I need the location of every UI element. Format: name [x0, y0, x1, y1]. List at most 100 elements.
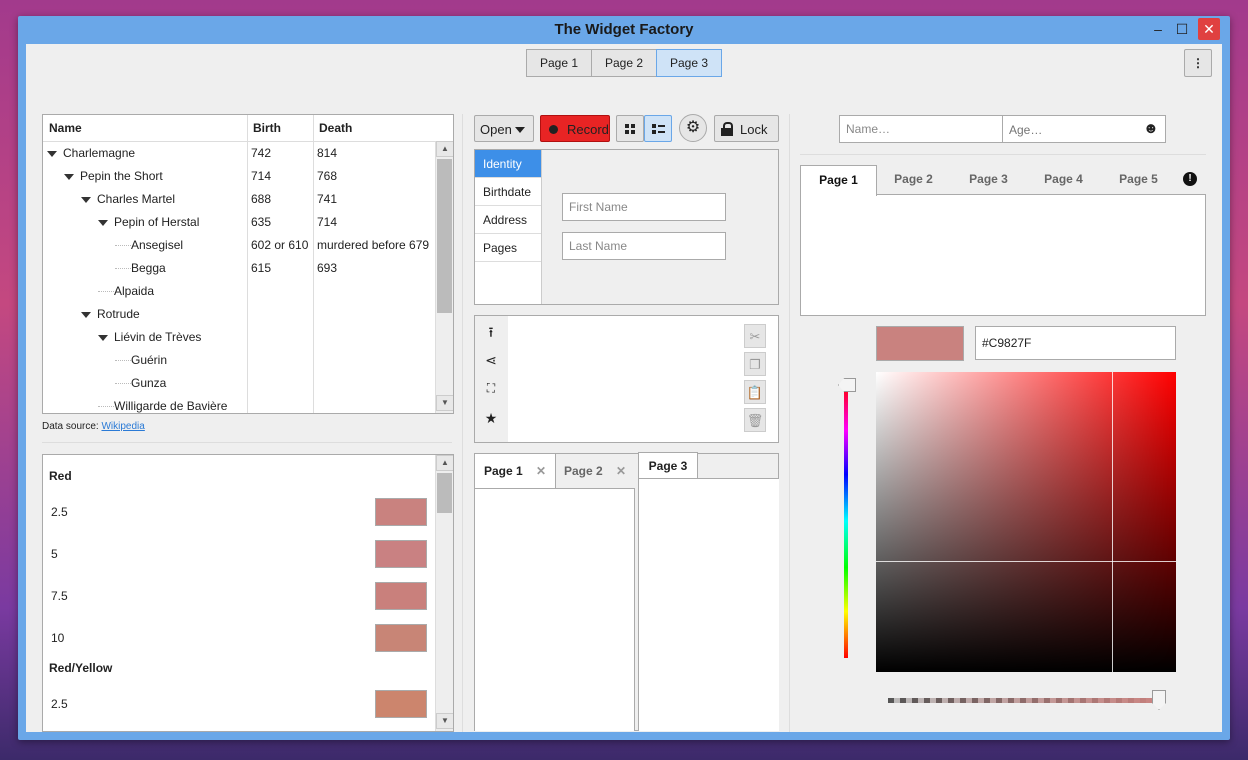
- tree-connector: [98, 405, 114, 408]
- expander-arrow-icon[interactable]: [81, 196, 91, 203]
- age-field[interactable]: ☻: [1002, 115, 1166, 144]
- tree-row-birth: 635: [251, 215, 272, 229]
- notebook-tab-page-3[interactable]: Page 3: [638, 452, 698, 479]
- maximize-button[interactable]: ☐: [1170, 18, 1194, 40]
- sidebar-item-identity[interactable]: Identity: [475, 150, 541, 178]
- minimize-button[interactable]: –: [1146, 18, 1170, 40]
- tree-row-name[interactable]: Pepin the Short: [64, 165, 163, 188]
- notebook-tab-page-2[interactable]: Page 2 ✕: [555, 454, 635, 488]
- tree-row-name[interactable]: Rotrude: [81, 303, 140, 326]
- top-tab-page-2[interactable]: Page 2: [591, 49, 657, 77]
- grid-view-button[interactable]: [616, 115, 644, 142]
- swatch-color-box[interactable]: [375, 540, 427, 568]
- sidebar-item-address[interactable]: Address: [475, 206, 541, 234]
- column-header-death[interactable]: Death: [313, 115, 441, 142]
- expander-arrow-icon[interactable]: [98, 334, 108, 341]
- saturation-value-plane[interactable]: [876, 372, 1176, 672]
- tree-row-label: Liévin de Trèves: [114, 330, 202, 344]
- tree-row-name[interactable]: Ansegisel: [115, 234, 183, 257]
- top-tab-page-1[interactable]: Page 1: [526, 49, 592, 77]
- first-name-field[interactable]: [562, 193, 726, 221]
- name-field[interactable]: [839, 115, 1004, 143]
- scroll-thumb[interactable]: [437, 473, 452, 513]
- column-header-birth[interactable]: Birth: [247, 115, 319, 142]
- swatch-color-box[interactable]: [375, 690, 427, 718]
- hue-slider[interactable]: [844, 384, 848, 658]
- paste-icon[interactable]: 📋: [744, 380, 766, 404]
- expander-arrow-icon[interactable]: [98, 219, 108, 226]
- tree-scrollbar[interactable]: ▲ ▼: [435, 141, 453, 413]
- tree-row-death: 768: [317, 169, 338, 183]
- close-tab-icon[interactable]: ✕: [616, 464, 626, 478]
- fullscreen-icon[interactable]: ⛶: [481, 378, 501, 398]
- text-view[interactable]: [508, 316, 742, 442]
- title-bar[interactable]: The Widget Factory – ☐ ✕: [18, 16, 1230, 44]
- list-view-button[interactable]: [644, 115, 672, 142]
- scroll-down-arrow-icon[interactable]: ▼: [436, 395, 453, 411]
- swatch-scrollbar[interactable]: ▲ ▼: [435, 455, 453, 731]
- star-add-icon[interactable]: ★: [481, 408, 501, 428]
- emoji-icon[interactable]: ☻: [1143, 120, 1159, 137]
- scroll-up-arrow-icon[interactable]: ▲: [436, 141, 453, 157]
- right-tab-page-2[interactable]: Page 2: [876, 165, 951, 193]
- lock-button[interactable]: Lock: [714, 115, 779, 142]
- tree-row-name[interactable]: Guérin: [115, 349, 167, 372]
- expander-arrow-icon[interactable]: [47, 150, 57, 157]
- upload-icon[interactable]: ⭱: [481, 322, 501, 342]
- hue-slider-handle[interactable]: [838, 378, 856, 392]
- open-button[interactable]: Open: [474, 115, 534, 142]
- sidebar-item-birthdate[interactable]: Birthdate: [475, 178, 541, 206]
- right-tab-page-1[interactable]: Page 1: [800, 165, 877, 196]
- cut-icon[interactable]: ✂: [744, 324, 766, 348]
- right-tab-page-5[interactable]: Page 5: [1101, 165, 1176, 193]
- current-color-swatch[interactable]: [876, 326, 964, 361]
- tree-row-name[interactable]: Alpaida: [98, 280, 154, 303]
- sidebar-item-pages[interactable]: Pages: [475, 234, 541, 262]
- crosshair-vertical: [1112, 372, 1113, 672]
- swatch-label: 7.5: [51, 589, 68, 603]
- wikipedia-link[interactable]: Wikipedia: [101, 421, 144, 432]
- tree-row-name[interactable]: Gunza: [115, 372, 166, 395]
- color-swatch-list[interactable]: Red 2.5 5 7.5 10 Red/Yellow 2.5 ▲ ▼: [42, 454, 454, 732]
- warning-icon: !: [1183, 172, 1197, 186]
- tree-row-name[interactable]: Pepin of Herstal: [98, 211, 199, 234]
- tab-label: Page 2: [563, 464, 603, 478]
- close-button[interactable]: ✕: [1198, 18, 1220, 40]
- last-name-field[interactable]: [562, 232, 726, 260]
- column-header-name[interactable]: Name: [43, 115, 253, 142]
- age-input[interactable]: [1003, 116, 1146, 144]
- scroll-up-arrow-icon[interactable]: ▲: [436, 455, 453, 471]
- right-tab-page-3[interactable]: Page 3: [951, 165, 1026, 193]
- top-tab-page-3[interactable]: Page 3: [656, 49, 722, 77]
- record-button[interactable]: Record: [540, 115, 610, 142]
- close-tab-icon[interactable]: ✕: [536, 464, 546, 478]
- alpha-slider[interactable]: [888, 698, 1162, 703]
- tree-row-name[interactable]: Charlemagne: [47, 142, 135, 165]
- notebook-tab-page-1[interactable]: Page 1 ✕: [475, 454, 556, 488]
- scroll-thumb[interactable]: [437, 159, 452, 313]
- alpha-slider-handle[interactable]: [1152, 690, 1166, 710]
- settings-gear-icon[interactable]: ⚙: [679, 114, 707, 142]
- menu-button[interactable]: ⋮: [1184, 49, 1212, 77]
- swatch-color-box[interactable]: [375, 624, 427, 652]
- lock-icon: [721, 122, 733, 136]
- data-source: Data source: Wikipedia: [42, 421, 145, 432]
- tree-row-name[interactable]: Charles Martel: [81, 188, 175, 211]
- expander-arrow-icon[interactable]: [81, 311, 91, 318]
- swatch-color-box[interactable]: [375, 498, 427, 526]
- swatch-color-box[interactable]: [375, 582, 427, 610]
- delete-icon[interactable]: 🗑: [744, 408, 766, 432]
- swatch-label: 10: [51, 631, 65, 645]
- tree-row-name[interactable]: Willigarde de Bavière: [98, 395, 227, 413]
- scroll-down-arrow-icon[interactable]: ▼: [436, 713, 453, 729]
- expander-arrow-icon[interactable]: [64, 173, 74, 180]
- family-tree-view[interactable]: Name Birth Death Charlemagne 742 814 Pepin …: [42, 114, 454, 414]
- window-title: The Widget Factory: [554, 21, 694, 38]
- share-icon[interactable]: ⋖: [481, 350, 501, 370]
- hex-color-field[interactable]: [975, 326, 1176, 360]
- tree-row-name[interactable]: Begga: [115, 257, 166, 280]
- swatch-group-title: Red/Yellow: [49, 661, 113, 675]
- right-tab-page-4[interactable]: Page 4: [1026, 165, 1101, 193]
- copy-icon[interactable]: ❐: [744, 352, 766, 376]
- tree-row-name[interactable]: Liévin de Trèves: [98, 326, 201, 349]
